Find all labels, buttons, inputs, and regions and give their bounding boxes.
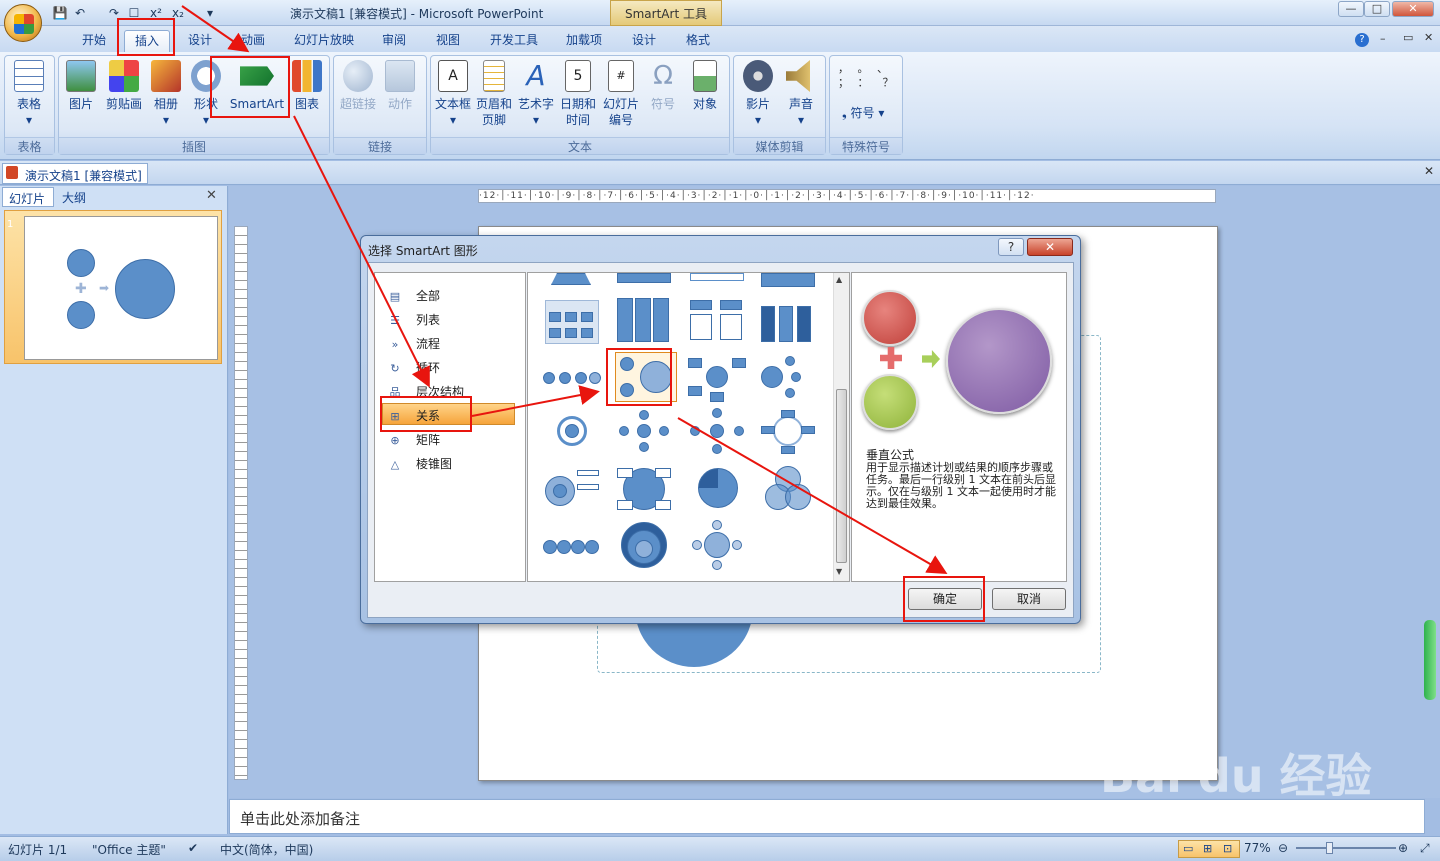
arrow-smartart-to-relationship [293, 115, 430, 388]
office-logo-icon [14, 14, 34, 34]
office-button[interactable] [4, 4, 42, 42]
annotation-arrows-svg [181, 5, 948, 575]
baidu-watermark-url: jingyan.baidu.com [1106, 800, 1263, 820]
baidu-watermark-logo: Bai du 经验 [1100, 749, 1372, 803]
arrow-layout-to-ok [677, 417, 948, 575]
arrow-relationship-to-layout [471, 385, 600, 417]
arrow-insert-to-smartart [181, 5, 250, 53]
